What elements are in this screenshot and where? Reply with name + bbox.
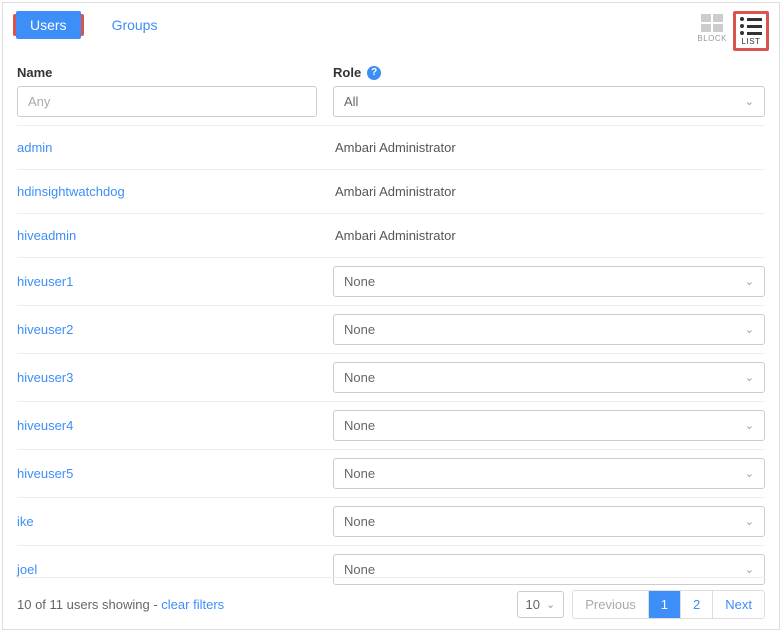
annotation-highlight-users-tab: Users — [13, 14, 84, 36]
help-icon[interactable]: ? — [367, 66, 381, 80]
view-toggle: BLOCK LIST — [695, 11, 769, 51]
chevron-down-icon: ⌄ — [745, 563, 754, 576]
table-row: hiveadmin Ambari Administrator — [17, 213, 765, 257]
role-select[interactable]: None ⌄ — [333, 266, 765, 297]
chevron-down-icon: ⌄ — [745, 467, 754, 480]
view-list-label: LIST — [742, 37, 761, 46]
role-filter-value: All — [344, 94, 358, 109]
role-text: Ambari Administrator — [333, 184, 456, 199]
role-select[interactable]: None ⌄ — [333, 362, 765, 393]
chevron-down-icon: ⌄ — [745, 95, 754, 108]
tab-users[interactable]: Users — [16, 11, 81, 39]
user-link[interactable]: hiveuser4 — [17, 418, 73, 433]
user-link[interactable]: admin — [17, 140, 52, 155]
role-select-value: None — [344, 418, 375, 433]
table-row: hiveuser1 None ⌄ — [17, 257, 765, 305]
user-link[interactable]: hiveadmin — [17, 228, 76, 243]
user-link[interactable]: joel — [17, 562, 37, 577]
role-select-value: None — [344, 322, 375, 337]
role-select[interactable]: None ⌄ — [333, 314, 765, 345]
role-select-value: None — [344, 514, 375, 529]
table-row: admin Ambari Administrator — [17, 125, 765, 169]
page-size-value: 10 — [526, 597, 540, 612]
page-size-select[interactable]: 10 ⌄ — [517, 591, 565, 618]
role-select-value: None — [344, 370, 375, 385]
pager-page-1[interactable]: 1 — [648, 591, 680, 618]
view-block-label: BLOCK — [697, 34, 727, 43]
footer: 10 of 11 users showing - clear filters 1… — [17, 577, 765, 619]
table-row: hiveuser3 None ⌄ — [17, 353, 765, 401]
pager-previous[interactable]: Previous — [573, 591, 648, 618]
pager: Previous 1 2 Next — [572, 590, 765, 619]
grid-icon — [701, 14, 723, 32]
chevron-down-icon: ⌄ — [546, 598, 555, 611]
role-select[interactable]: None ⌄ — [333, 458, 765, 489]
column-header-role: Role — [333, 65, 361, 80]
user-link[interactable]: hiveuser3 — [17, 370, 73, 385]
user-link[interactable]: ike — [17, 514, 34, 529]
pager-next[interactable]: Next — [712, 591, 764, 618]
chevron-down-icon: ⌄ — [745, 419, 754, 432]
view-block-button[interactable]: BLOCK — [695, 11, 729, 45]
role-filter-select[interactable]: All ⌄ — [333, 86, 765, 117]
role-select-value: None — [344, 274, 375, 289]
table-row: ike None ⌄ — [17, 497, 765, 545]
tab-groups[interactable]: Groups — [98, 11, 172, 39]
column-headers: Name Role ? — [17, 65, 765, 80]
role-text: Ambari Administrator — [333, 140, 456, 155]
annotation-highlight-list-view: LIST — [733, 11, 769, 51]
table-row: hiveuser2 None ⌄ — [17, 305, 765, 353]
chevron-down-icon: ⌄ — [745, 275, 754, 288]
filters-row: All ⌄ — [17, 86, 765, 117]
users-panel: Users Groups BLOCK — [2, 2, 780, 630]
role-text: Ambari Administrator — [333, 228, 456, 243]
table-row: hiveuser4 None ⌄ — [17, 401, 765, 449]
role-select[interactable]: None ⌄ — [333, 506, 765, 537]
name-filter-input[interactable] — [17, 86, 317, 117]
status-count: 10 of 11 users showing - — [17, 597, 161, 612]
header: Users Groups BLOCK — [3, 3, 779, 51]
pagination: 10 ⌄ Previous 1 2 Next — [517, 590, 765, 619]
user-link[interactable]: hiveuser1 — [17, 274, 73, 289]
table-row: hdinsightwatchdog Ambari Administrator — [17, 169, 765, 213]
list-icon — [740, 17, 762, 35]
chevron-down-icon: ⌄ — [745, 323, 754, 336]
role-select-value: None — [344, 466, 375, 481]
chevron-down-icon: ⌄ — [745, 371, 754, 384]
role-select[interactable]: None ⌄ — [333, 410, 765, 441]
users-table: Name Role ? All ⌄ admin Ambari Administra… — [3, 51, 779, 593]
table-row: hiveuser5 None ⌄ — [17, 449, 765, 497]
role-select-value: None — [344, 562, 375, 577]
user-link[interactable]: hiveuser5 — [17, 466, 73, 481]
tabs: Users Groups — [13, 11, 171, 39]
clear-filters-link[interactable]: clear filters — [161, 597, 224, 612]
user-link[interactable]: hiveuser2 — [17, 322, 73, 337]
column-header-name: Name — [17, 65, 52, 80]
status-text: 10 of 11 users showing - clear filters — [17, 597, 224, 612]
user-link[interactable]: hdinsightwatchdog — [17, 184, 125, 199]
view-list-button[interactable]: LIST — [736, 14, 766, 48]
chevron-down-icon: ⌄ — [745, 515, 754, 528]
pager-page-2[interactable]: 2 — [680, 591, 712, 618]
table-body: adminAmbari Administratorhdinsightwatchd… — [17, 125, 765, 593]
